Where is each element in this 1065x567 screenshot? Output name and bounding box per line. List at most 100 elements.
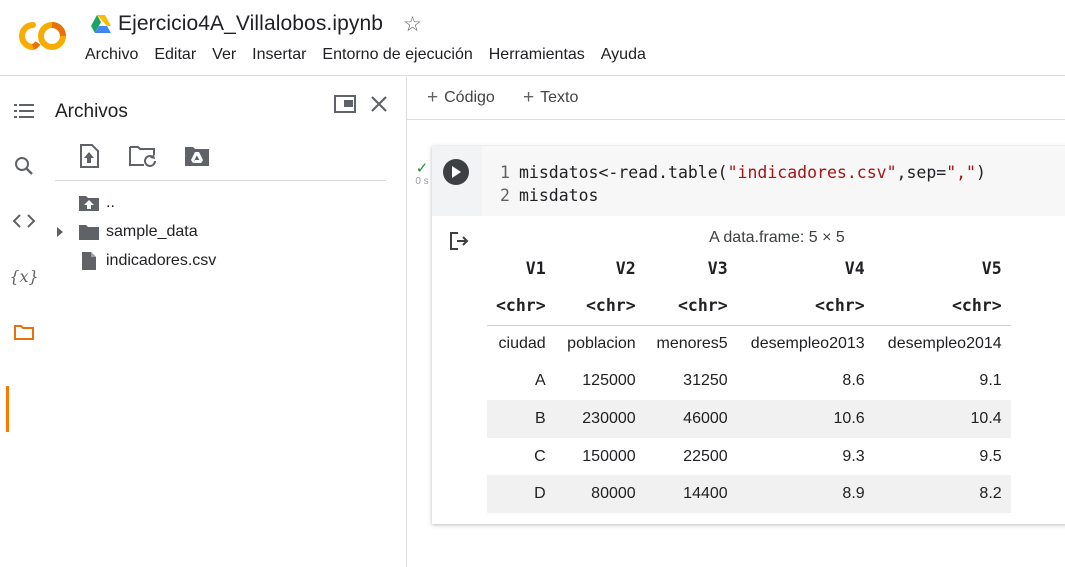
table-cell: 80000 [554,475,645,513]
execution-time: 0 s [415,176,429,187]
variables-icon[interactable]: {x} [9,265,38,287]
code-cell[interactable]: 1 misdatos<-read.table("indicadores.csv",… [432,146,1065,524]
table-cell: 46000 [644,400,737,438]
google-drive-icon[interactable] [90,14,112,34]
cell-execution-status: ✓ 0 s [412,160,432,187]
open-in-tab-icon[interactable] [334,95,356,118]
menu-insertar[interactable]: Insertar [252,46,306,64]
notebook-title[interactable]: Ejercicio4A_Villalobos.ipynb [118,12,383,36]
type-row: <chr> <chr> <chr> <chr> <chr> [487,287,1011,325]
column-type: <chr> [496,296,546,316]
header-row: V1 V2 V3 V4 V5 [487,249,1011,287]
plus-icon: + [523,87,535,108]
table-cell: A [535,372,546,390]
table-cell: menores5 [644,324,737,363]
dataframe-table: V1 V2 V3 V4 V5 <chr> <chr> <chr> <chr> <… [487,249,1011,513]
upload-file-icon[interactable] [74,143,104,169]
app-header: Ejercicio4A_Villalobos.ipynb ☆ Archivo E… [0,0,1065,76]
table-cell: 9.1 [979,372,1002,390]
menu-herramientas[interactable]: Herramientas [489,46,585,64]
code-editor[interactable]: 1 misdatos<-read.table("indicadores.csv",… [482,146,1065,216]
expand-arrow-icon[interactable] [56,227,78,237]
table-cell: 230000 [554,400,645,438]
run-cell-button[interactable] [443,159,469,185]
table-cell: 8.2 [873,475,1011,513]
column-header: V4 [844,258,865,278]
file-label: sample_data [106,223,198,240]
column-type: <chr> [952,296,1002,316]
plus-icon: + [427,87,439,108]
table-cell: 125000 [582,372,636,390]
toc-icon[interactable] [13,100,35,122]
menu-bar: Archivo Editar Ver Insertar Entorno de e… [85,46,662,64]
table-cell: 31250 [683,372,728,390]
file-label: indicadores.csv [106,252,217,269]
notebook-toolbar: + Código + Texto [407,77,1065,120]
table-cell: desempleo2013 [736,324,874,363]
table-cell: poblacion [554,324,645,363]
table-cell: 9.5 [979,447,1002,465]
file-icon [78,251,100,271]
search-icon[interactable] [13,155,35,177]
star-icon[interactable]: ☆ [403,14,422,35]
code-string: "indicadores.csv" [727,163,897,182]
output-actions-icon[interactable] [450,232,470,252]
list-item[interactable]: sample_data [56,220,198,244]
code-line-1: 1 misdatos<-read.table("indicadores.csv",… [482,161,1065,184]
menu-ver[interactable]: Ver [212,46,236,64]
code-token: ,sep= [896,163,947,182]
table-cell: 10.4 [873,400,1011,438]
refresh-folder-icon[interactable] [128,143,158,169]
code-token: misdatos [519,186,599,205]
code-line-2: 2 misdatos [482,184,1065,207]
column-header: V2 [615,258,636,278]
table-row: C 150000 22500 9.3 9.5 [487,438,1011,476]
column-header: V1 [525,258,546,278]
code-snippets-icon[interactable] [13,210,35,232]
table-row: A 125000 31250 8.6 9.1 [487,363,1011,401]
check-icon: ✓ [415,160,429,177]
menu-archivo[interactable]: Archivo [85,46,138,64]
code-string: "," [946,163,976,182]
table-cell: B [487,400,555,438]
table-cell: 10.6 [736,400,874,438]
close-icon[interactable] [370,95,388,118]
table-row: D 80000 14400 8.9 8.2 [487,475,1011,513]
add-code-label: Código [444,89,495,106]
list-item[interactable]: .. [78,191,115,215]
table-cell: 22500 [683,447,728,465]
column-type: <chr> [678,296,728,316]
table-cell: 150000 [582,447,636,465]
files-panel: Archivos .. sample_data indicadores.csv [42,77,406,567]
file-label: .. [106,194,115,211]
table-row: B 230000 46000 10.6 10.4 [487,400,1011,438]
menu-entorno[interactable]: Entorno de ejecución [322,46,472,64]
table-row: ciudad poblacion menores5 desempleo2013 … [487,324,1011,363]
code-token: misdatos<-read.table( [519,163,728,182]
mount-drive-icon[interactable] [182,143,212,169]
code-token: ) [976,163,986,182]
colab-logo-icon[interactable] [16,16,68,56]
add-code-button[interactable]: + Código [427,87,495,109]
add-text-button[interactable]: + Texto [523,87,578,109]
panel-divider[interactable] [406,77,407,567]
menu-editar[interactable]: Editar [154,46,196,64]
folder-up-icon [78,193,100,213]
files-divider [55,180,386,181]
table-cell: 9.3 [842,447,865,465]
line-number: 1 [500,163,510,182]
table-cell: C [534,447,546,465]
list-item[interactable]: indicadores.csv [78,249,216,273]
active-indicator [6,386,9,432]
folder-icon[interactable] [13,321,35,343]
column-header: V3 [707,258,728,278]
folder-icon [78,222,100,242]
table-cell: D [487,475,555,513]
dataframe-caption: A data.frame: 5 × 5 [709,229,845,246]
side-rail: {x} [0,77,42,567]
table-cell: 8.6 [842,372,865,390]
table-cell: 8.9 [736,475,874,513]
files-panel-title: Archivos [55,101,128,122]
column-type: <chr> [815,296,865,316]
menu-ayuda[interactable]: Ayuda [601,46,646,64]
